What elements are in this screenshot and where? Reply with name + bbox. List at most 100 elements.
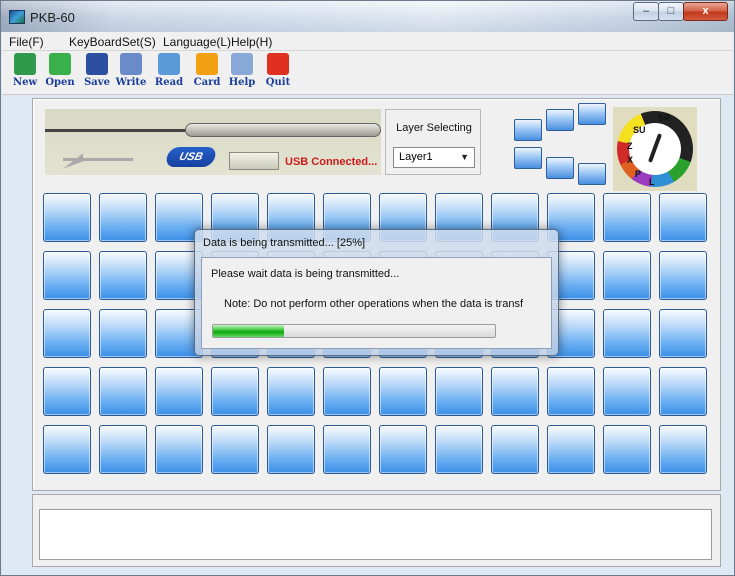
dialog-message: Please wait data is being transmitted... (211, 268, 400, 280)
toolbar-label: Read (154, 77, 184, 88)
dialog-title: Data is being transmitted... [25%] (203, 237, 366, 249)
menu-bar: File(F) KeyBoardSet(S) Language(L) Help(… (2, 32, 733, 51)
key-r1-c1[interactable] (43, 193, 91, 242)
maximize-button[interactable]: □ (658, 2, 684, 21)
dial-label-su: SU (633, 125, 646, 135)
log-textbox[interactable] (39, 509, 712, 560)
minimize-button[interactable]: – (633, 2, 659, 21)
key-r2-c12[interactable] (659, 251, 707, 300)
cable-line (45, 129, 195, 132)
layer-key[interactable] (514, 147, 542, 169)
write-icon (120, 53, 142, 75)
open-icon (49, 53, 71, 75)
help-icon (231, 53, 253, 75)
key-r4-c12[interactable] (659, 367, 707, 416)
key-r5-c6[interactable] (323, 425, 371, 474)
key-r4-c6[interactable] (323, 367, 371, 416)
toolbar-label: Card (193, 77, 221, 88)
key-r5-c12[interactable] (659, 425, 707, 474)
layer-key[interactable] (578, 163, 606, 185)
progress-bar (212, 324, 496, 338)
new-icon (14, 53, 36, 75)
key-r4-c2[interactable] (99, 367, 147, 416)
toolbar-label: Save (84, 77, 110, 88)
key-r4-c3[interactable] (155, 367, 203, 416)
key-r1-c2[interactable] (99, 193, 147, 242)
dial-label-x: X (627, 155, 634, 165)
toolbar-save-button[interactable]: Save (80, 53, 114, 93)
layer-selecting-group: Layer Selecting Layer1 ▼ (385, 109, 481, 175)
key-r5-c11[interactable] (603, 425, 651, 474)
read-icon (158, 53, 180, 75)
key-r5-c3[interactable] (155, 425, 203, 474)
layer-key[interactable] (546, 109, 574, 131)
layer-select-value: Layer1 (399, 151, 433, 163)
key-r1-c11[interactable] (603, 193, 651, 242)
key-r5-c2[interactable] (99, 425, 147, 474)
key-r4-c10[interactable] (547, 367, 595, 416)
progress-fill (213, 325, 284, 337)
toolbar-label: Quit (265, 77, 291, 88)
key-r4-c4[interactable] (211, 367, 259, 416)
key-r4-c11[interactable] (603, 367, 651, 416)
usb-connection-panel: USB USB Connected... (45, 109, 381, 175)
progress-dialog: Data is being transmitted... [25%] Pleas… (194, 229, 559, 356)
toolbar-label: Open (45, 77, 75, 88)
toolbar-card-button[interactable]: Card (190, 53, 224, 93)
menu-language[interactable]: Language(L) (163, 35, 231, 49)
key-r4-c5[interactable] (267, 367, 315, 416)
dial-label-sp: SP (658, 113, 671, 123)
key-r4-c1[interactable] (43, 367, 91, 416)
key-r5-c5[interactable] (267, 425, 315, 474)
layer-key[interactable] (514, 119, 542, 141)
layer-select[interactable]: Layer1 ▼ (393, 147, 475, 168)
dial-label-z: Z (627, 141, 633, 151)
toolbar-new-button[interactable]: New (8, 53, 42, 93)
window-title: PKB-60 (30, 10, 75, 25)
menu-file[interactable]: File(F) (9, 35, 44, 49)
toolbar-quit-button[interactable]: Quit (261, 53, 295, 93)
key-r5-c8[interactable] (435, 425, 483, 474)
key-r5-c4[interactable] (211, 425, 259, 474)
mode-dial[interactable]: SP SU Z X P L (613, 107, 697, 191)
dialog-note: Note: Do not perform other operations wh… (224, 298, 523, 310)
card-icon (196, 53, 218, 75)
dial-label-p: P (635, 169, 642, 179)
key-r5-c10[interactable] (547, 425, 595, 474)
dial-label-l: L (649, 177, 655, 187)
key-r4-c8[interactable] (435, 367, 483, 416)
cable-tube (185, 123, 381, 137)
key-r2-c1[interactable] (43, 251, 91, 300)
toolbar-open-button[interactable]: Open (43, 53, 77, 93)
layer-key[interactable] (546, 157, 574, 179)
key-r3-c2[interactable] (99, 309, 147, 358)
key-r4-c7[interactable] (379, 367, 427, 416)
key-r1-c12[interactable] (659, 193, 707, 242)
toolbar: New Open Save Write Read Card Help Quit (2, 51, 733, 95)
menu-help[interactable]: Help(H) (231, 35, 272, 49)
save-icon (86, 53, 108, 75)
toolbar-label: New (12, 77, 38, 88)
key-r3-c1[interactable] (43, 309, 91, 358)
close-button[interactable]: x (683, 2, 728, 21)
key-r3-c11[interactable] (603, 309, 651, 358)
chevron-down-icon: ▼ (460, 152, 469, 162)
toolbar-write-button[interactable]: Write (114, 53, 148, 93)
toolbar-help-button[interactable]: Help (225, 53, 259, 93)
key-r4-c9[interactable] (491, 367, 539, 416)
title-bar: PKB-60 – □ x (1, 1, 734, 32)
quit-icon (267, 53, 289, 75)
key-r2-c11[interactable] (603, 251, 651, 300)
usb-logo: USB (164, 147, 218, 167)
toolbar-label: Help (228, 77, 256, 88)
key-r5-c9[interactable] (491, 425, 539, 474)
toolbar-read-button[interactable]: Read (152, 53, 186, 93)
menu-keyboardset[interactable]: KeyBoardSet(S) (69, 35, 156, 49)
log-panel (32, 494, 721, 567)
key-r2-c2[interactable] (99, 251, 147, 300)
layer-key[interactable] (578, 103, 606, 125)
arrow-left-icon (63, 153, 133, 161)
key-r5-c1[interactable] (43, 425, 91, 474)
key-r3-c12[interactable] (659, 309, 707, 358)
key-r5-c7[interactable] (379, 425, 427, 474)
